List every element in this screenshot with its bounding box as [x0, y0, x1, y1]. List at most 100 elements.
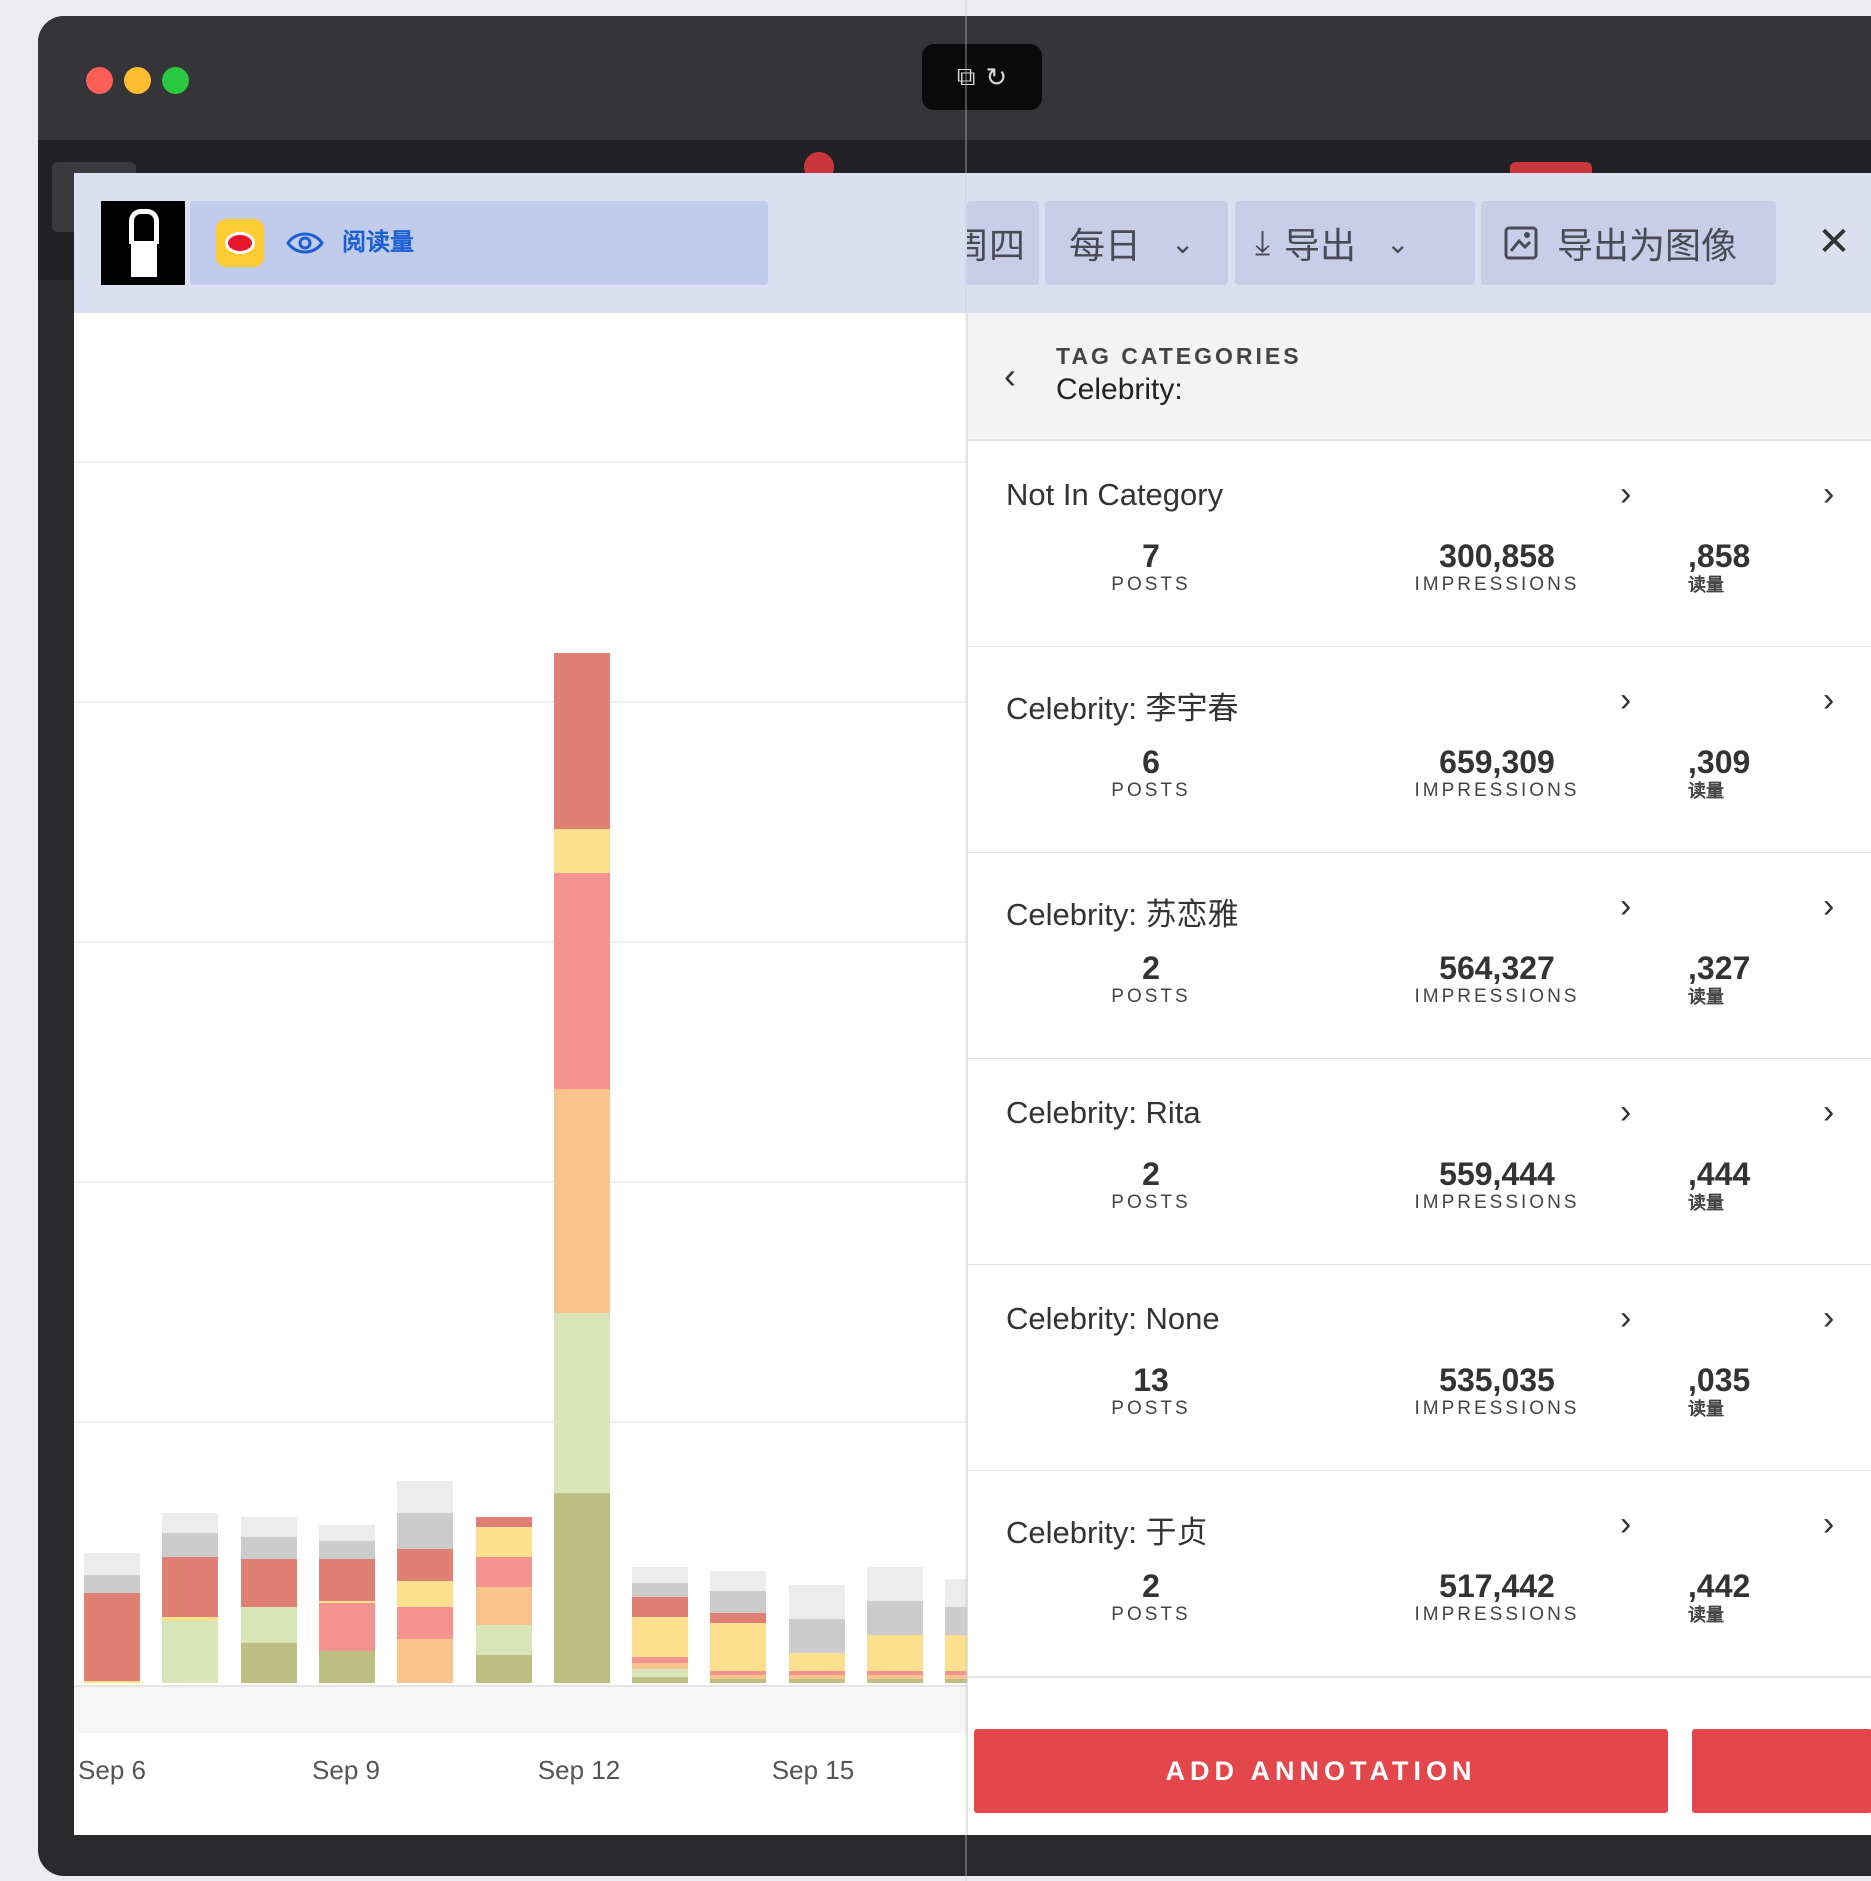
bar-segment[interactable]: [84, 1553, 140, 1575]
bar-segment[interactable]: [318, 1541, 375, 1559]
bar-segment[interactable]: [475, 1625, 532, 1655]
bar-segment[interactable]: [632, 1567, 689, 1583]
minimize-window-button[interactable]: [124, 67, 151, 94]
bar-segment[interactable]: [84, 1593, 140, 1681]
category-row[interactable]: Celebrity: 李宇春 › › 6 POSTS 659,309 IMPRESS…: [968, 647, 1871, 854]
bar-segment[interactable]: [162, 1533, 219, 1557]
bar-segment[interactable]: [553, 873, 610, 1089]
bar-segment[interactable]: [867, 1671, 923, 1675]
chevron-left-icon[interactable]: ‹: [1004, 355, 1016, 397]
bar-segment[interactable]: [632, 1597, 689, 1617]
chevron-right-icon[interactable]: ›: [1620, 475, 1631, 514]
bar-segment[interactable]: [632, 1669, 689, 1677]
chevron-right-icon[interactable]: ›: [1823, 887, 1834, 926]
bar-segment[interactable]: [84, 1575, 140, 1593]
chevron-right-icon[interactable]: ›: [1620, 1505, 1631, 1544]
bar-segment[interactable]: [475, 1655, 532, 1683]
chevron-right-icon[interactable]: ›: [1620, 681, 1631, 720]
bar-segment[interactable]: [788, 1585, 845, 1619]
chevron-right-icon[interactable]: ›: [1620, 1299, 1631, 1338]
reads-stat: ,035 读量: [1688, 1362, 1751, 1419]
bar-segment[interactable]: [553, 1493, 610, 1683]
bar-segment[interactable]: [318, 1601, 375, 1603]
chevron-right-icon[interactable]: ›: [1823, 1093, 1834, 1132]
bar-segment[interactable]: [553, 1089, 610, 1313]
bar-segment[interactable]: [788, 1675, 845, 1679]
bar-segment[interactable]: [162, 1557, 219, 1617]
bar-segment[interactable]: [553, 829, 610, 873]
bar-segment[interactable]: [397, 1581, 454, 1607]
chevron-right-icon[interactable]: ›: [1823, 1299, 1834, 1338]
chevron-right-icon[interactable]: ›: [1823, 475, 1834, 514]
bar-segment[interactable]: [162, 1621, 219, 1683]
bar-segment[interactable]: [788, 1653, 845, 1671]
bar-segment[interactable]: [318, 1603, 375, 1651]
bar-segment[interactable]: [788, 1671, 845, 1675]
bar-segment[interactable]: [318, 1651, 375, 1683]
bar-segment[interactable]: [632, 1657, 689, 1663]
bar-segment[interactable]: [240, 1643, 297, 1683]
address-bar[interactable]: ⧉ ↻: [922, 44, 1042, 110]
bar-segment[interactable]: [553, 653, 610, 829]
export-dropdown[interactable]: ⤓ 导出 ⌄: [1235, 201, 1475, 285]
bar-segment[interactable]: [710, 1613, 767, 1623]
chevron-right-icon[interactable]: ›: [1823, 1505, 1834, 1544]
bar-segment[interactable]: [397, 1639, 454, 1683]
bar-segment[interactable]: [397, 1513, 454, 1549]
zoom-window-button[interactable]: [162, 67, 189, 94]
bar-segment[interactable]: [632, 1677, 689, 1683]
bar-segment[interactable]: [867, 1601, 923, 1635]
bar-segment[interactable]: [162, 1617, 219, 1621]
category-row[interactable]: Not In Category › › 7 POSTS 300,858 IMPRES…: [968, 441, 1871, 648]
bar-segment[interactable]: [240, 1607, 297, 1643]
reload-icon[interactable]: ↻: [985, 62, 1007, 93]
bar-segment[interactable]: [240, 1517, 297, 1537]
category-row[interactable]: Celebrity: 苏恋雅 › › 2 POSTS 564,327 IMPRESS…: [968, 853, 1871, 1060]
bar-segment[interactable]: [397, 1549, 454, 1581]
close-window-button[interactable]: [86, 67, 113, 94]
bar-segment[interactable]: [632, 1583, 689, 1597]
bar-segment[interactable]: [397, 1481, 454, 1513]
bar-segment[interactable]: [475, 1557, 532, 1587]
bar-segment[interactable]: [318, 1559, 375, 1601]
add-annotation-button[interactable]: ADD ANNOTATION: [974, 1729, 1668, 1813]
bar-segment[interactable]: [475, 1587, 532, 1625]
chevron-right-icon[interactable]: ›: [1823, 681, 1834, 720]
bar-segment[interactable]: [867, 1675, 923, 1679]
bar-segment[interactable]: [710, 1679, 767, 1683]
reads-stat: ,309 读量: [1688, 744, 1751, 801]
bar-segment[interactable]: [397, 1607, 454, 1639]
metric-selector[interactable]: 阅读量: [190, 201, 768, 285]
day-of-week-button[interactable]: 周四: [967, 201, 1039, 285]
reads-stat: ,858 读量: [1688, 538, 1751, 595]
bar-segment[interactable]: [867, 1679, 923, 1683]
bar-segment[interactable]: [475, 1517, 532, 1527]
bar-segment[interactable]: [867, 1567, 923, 1601]
category-row[interactable]: Celebrity: 于贞 › › 2 POSTS 517,442 IMPRESSI…: [968, 1471, 1871, 1678]
bar-segment[interactable]: [632, 1617, 689, 1657]
interval-dropdown[interactable]: 每日 ⌄: [1045, 201, 1228, 285]
bar-segment[interactable]: [788, 1619, 845, 1653]
bar-segment[interactable]: [84, 1681, 140, 1683]
bar-segment[interactable]: [553, 1313, 610, 1493]
bar-segment[interactable]: [788, 1679, 845, 1683]
bar-segment[interactable]: [240, 1537, 297, 1559]
category-row[interactable]: Celebrity: None › › 13 POSTS 535,035 IMPRE…: [968, 1265, 1871, 1472]
bar-segment[interactable]: [710, 1623, 767, 1671]
bar-segment[interactable]: [710, 1591, 767, 1613]
chevron-right-icon[interactable]: ›: [1620, 1093, 1631, 1132]
close-icon[interactable]: ✕: [1809, 217, 1859, 267]
bar-segment[interactable]: [710, 1671, 767, 1675]
bar-segment[interactable]: [240, 1559, 297, 1607]
chevron-right-icon[interactable]: ›: [1620, 887, 1631, 926]
bar-segment[interactable]: [632, 1663, 689, 1669]
export-image-button[interactable]: 导出为图像: [1481, 201, 1776, 285]
secondary-action-button[interactable]: [1692, 1729, 1871, 1813]
bar-segment[interactable]: [475, 1527, 532, 1557]
bar-segment[interactable]: [710, 1571, 767, 1591]
bar-segment[interactable]: [162, 1513, 219, 1533]
category-row[interactable]: Celebrity: Rita › › 2 POSTS 559,444 IMPRES…: [968, 1059, 1871, 1266]
bar-segment[interactable]: [318, 1525, 375, 1541]
bar-segment[interactable]: [710, 1675, 767, 1679]
bar-segment[interactable]: [867, 1635, 923, 1671]
